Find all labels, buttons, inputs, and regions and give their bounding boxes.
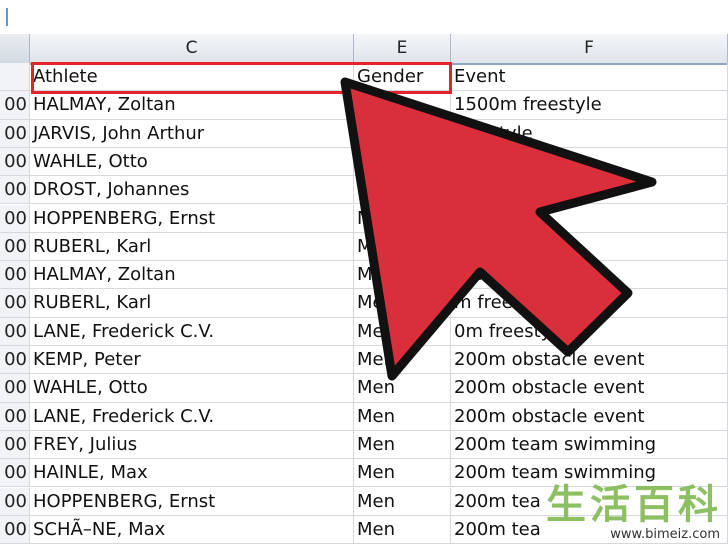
cell-gender[interactable]: Men xyxy=(354,317,451,345)
row-number[interactable]: 00 xyxy=(0,261,30,289)
row-number[interactable]: 00 xyxy=(0,176,30,204)
column-header-e[interactable]: E xyxy=(354,34,451,63)
cell-event[interactable] xyxy=(451,176,728,204)
row-number[interactable]: 00 xyxy=(0,374,30,402)
cell-gender[interactable]: Men xyxy=(354,176,451,204)
row-number[interactable]: 00 xyxy=(0,346,30,374)
row-number[interactable]: 00 xyxy=(0,204,30,232)
row-number[interactable]: 00 xyxy=(0,459,30,487)
row-number[interactable]: 00 xyxy=(0,147,30,176)
row-number[interactable]: 00 xyxy=(0,515,30,544)
watermark-url: www.bimeiz.com xyxy=(546,527,722,542)
cell-gender[interactable]: Men xyxy=(354,204,451,232)
row-number[interactable]: 00 xyxy=(0,402,30,430)
cell-athlete[interactable]: HOPPENBERG, Ernst xyxy=(30,487,354,515)
cell-gender[interactable]: Men xyxy=(354,402,451,430)
table-row: 00 LANE, Frederick C.V. Men 0m freestyle xyxy=(0,317,728,346)
cell-event[interactable]: 200m obstacle event xyxy=(451,374,728,402)
table-row: 00 WAHLE, Otto Men 200m obstacle event xyxy=(0,374,728,403)
cell-event[interactable]: 200m team swimming xyxy=(451,430,728,459)
column-header-row: C E F xyxy=(0,34,728,65)
cell-event[interactable]: oke xyxy=(451,232,728,261)
cell-event-header[interactable]: Event xyxy=(451,63,728,91)
watermark: 生活百科 www.bimeiz.com xyxy=(546,483,722,542)
cell-event[interactable]: 200m obstacle event xyxy=(451,346,728,374)
cell-event[interactable]: 200m obstacle event xyxy=(451,402,728,430)
cell-athlete[interactable]: HAINLE, Max xyxy=(30,459,354,487)
cell-athlete[interactable]: HALMAY, Zoltan xyxy=(30,261,354,289)
cell-gender[interactable]: Ma xyxy=(354,147,451,176)
cell-athlete[interactable]: WAHLE, Otto xyxy=(30,374,354,402)
row-number[interactable] xyxy=(0,63,30,91)
cell-athlete[interactable]: DROST, Johannes xyxy=(30,176,354,204)
table-row: 00 KEMP, Peter Men 200m obstacle event xyxy=(0,346,728,375)
table-row: 00 HOPPENBERG, Ernst Men stroke xyxy=(0,204,728,233)
table-row: 00 LANE, Frederick C.V. Men 200m obstacle e… xyxy=(0,402,728,431)
cell-athlete[interactable]: JARVIS, John Arthur xyxy=(30,119,354,147)
cell-event[interactable]: 1500m freestyle xyxy=(451,91,728,119)
row-number[interactable]: 00 xyxy=(0,487,30,515)
cell-gender[interactable]: Men xyxy=(354,232,451,261)
row-number[interactable]: 00 xyxy=(0,289,30,317)
cell-athlete[interactable]: SCHÃ–NE, Max xyxy=(30,515,354,544)
cell-athlete[interactable]: LANE, Frederick C.V. xyxy=(30,402,354,430)
header-row: Athlete Gender Event xyxy=(0,63,728,92)
cell-gender[interactable]: Men xyxy=(354,430,451,459)
row-number[interactable]: 00 xyxy=(0,119,30,147)
cell-athlete[interactable]: WAHLE, Otto xyxy=(30,147,354,176)
cell-gender[interactable]: Men xyxy=(354,374,451,402)
cell-athlete[interactable]: RUBERL, Karl xyxy=(30,232,354,261)
table-row: 00 RUBERL, Karl Men oke xyxy=(0,232,728,262)
cell-gender[interactable]: Men xyxy=(354,515,451,544)
table-row: 00 RUBERL, Karl Men m frees xyxy=(0,289,728,318)
row-number[interactable]: 00 xyxy=(0,317,30,345)
cell-gender-header[interactable]: Gender xyxy=(354,63,451,91)
cell-gender[interactable]: Men xyxy=(354,459,451,487)
cell-athlete[interactable]: FREY, Julius xyxy=(30,430,354,459)
cell-gender[interactable]: Men xyxy=(354,289,451,317)
table-row: 00 HALMAY, Zoltan 1500m freestyle xyxy=(0,91,728,120)
cell-event[interactable]: 0m freestyle xyxy=(451,317,728,345)
column-header-f[interactable]: F xyxy=(451,34,728,63)
cell-athlete[interactable]: LANE, Frederick C.V. xyxy=(30,317,354,345)
cell-gender[interactable]: Men xyxy=(354,261,451,289)
row-header-corner xyxy=(0,34,30,63)
table-row: 00 HALMAY, Zoltan Men m fr xyxy=(0,261,728,290)
table-row: 00 DROST, Johannes Men xyxy=(0,176,728,205)
cell-event[interactable]: m frees xyxy=(451,289,728,317)
row-number[interactable]: 00 xyxy=(0,430,30,459)
table-row: 00 JARVIS, John Arthur Mfreestyle xyxy=(0,119,728,148)
row-number[interactable]: 00 xyxy=(0,91,30,119)
column-header-c[interactable]: C xyxy=(30,34,354,63)
table-row: 00 FREY, Julius Men 200m team swimming xyxy=(0,430,728,460)
cell-athlete[interactable]: RUBERL, Karl xyxy=(30,289,354,317)
cell-event[interactable]: stroke xyxy=(451,204,728,232)
formula-bar[interactable] xyxy=(0,0,728,35)
cell-gender[interactable] xyxy=(354,91,451,119)
cell-gender[interactable]: Men xyxy=(354,487,451,515)
cell-athlete[interactable]: KEMP, Peter xyxy=(30,346,354,374)
cell-event[interactable]: m fr xyxy=(451,261,728,289)
cell-gender[interactable]: M xyxy=(354,119,451,147)
table-row: 00 WAHLE, Otto Ma xyxy=(0,147,728,177)
cell-event[interactable] xyxy=(451,147,728,176)
cell-event[interactable]: freestyle xyxy=(451,119,728,147)
formula-bar-edge xyxy=(0,8,8,26)
cell-athlete[interactable]: HALMAY, Zoltan xyxy=(30,91,354,119)
row-number[interactable]: 00 xyxy=(0,232,30,261)
cell-athlete[interactable]: HOPPENBERG, Ernst xyxy=(30,204,354,232)
cell-gender[interactable]: Men xyxy=(354,346,451,374)
watermark-logo: 生活百科 xyxy=(546,482,722,528)
cell-athlete-header[interactable]: Athlete xyxy=(30,63,354,91)
